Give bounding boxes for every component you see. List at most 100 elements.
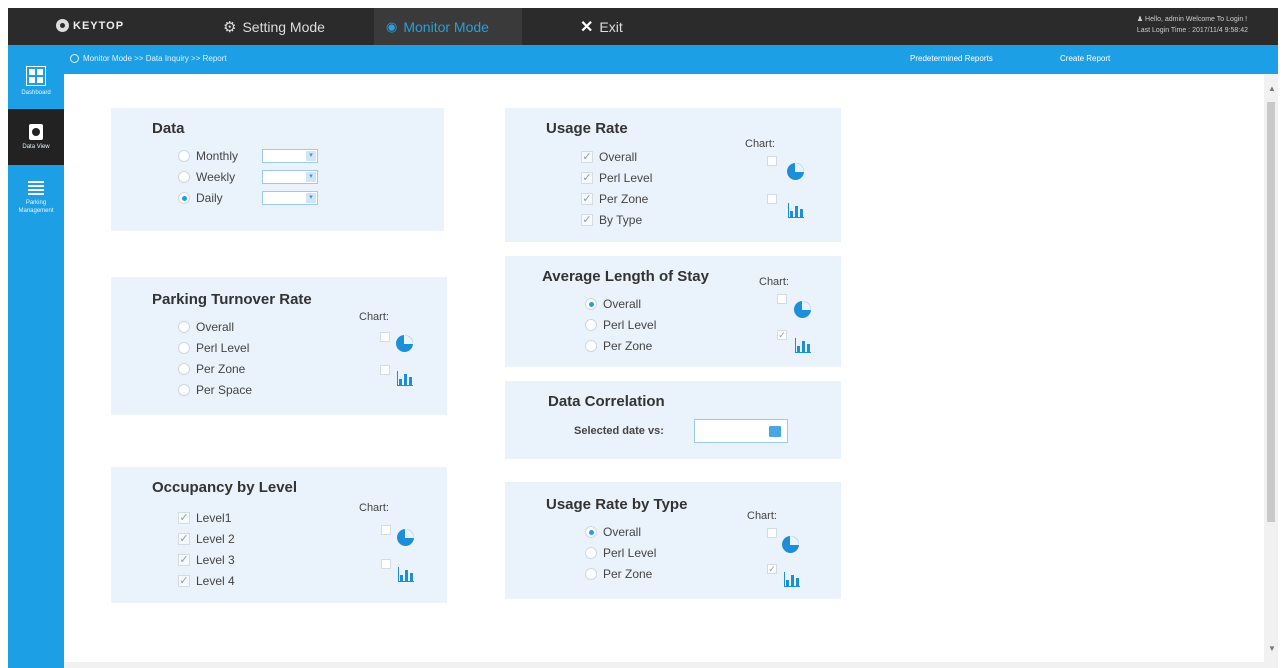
turnover-option[interactable]: Overall	[178, 320, 234, 334]
pie-chart-icon	[794, 301, 811, 318]
setting-mode-button[interactable]: ⚙ Setting Mode	[213, 8, 335, 45]
checkbox-checked[interactable]: ✓	[178, 554, 190, 566]
usagetype-option[interactable]: Overall	[585, 525, 641, 539]
turnover-option[interactable]: Per Space	[178, 383, 252, 397]
radio-button[interactable]	[585, 568, 597, 580]
usage-option[interactable]: ✓ By Type	[581, 213, 642, 227]
occupancy-option[interactable]: ✓ Level 4	[178, 574, 235, 588]
occupancy-option[interactable]: ✓ Level 2	[178, 532, 235, 546]
exit-button[interactable]: ✕ Exit	[570, 8, 633, 45]
bar-chart-icon	[397, 371, 413, 386]
sidebar-item-data-view[interactable]: Data View	[8, 109, 64, 165]
usage-option[interactable]: ✓ Perl Level	[581, 171, 652, 185]
checkbox-checked[interactable]: ✓	[178, 575, 190, 587]
checkbox-checked[interactable]: ✓	[178, 533, 190, 545]
usage-option[interactable]: ✓ Overall	[581, 150, 637, 164]
radio-button-selected[interactable]	[585, 526, 597, 538]
selected-date-label: Selected date vs:	[574, 425, 664, 437]
bar-chart-icon	[795, 338, 811, 353]
dashboard-icon	[26, 66, 46, 86]
radio-button[interactable]	[178, 342, 190, 354]
chevron-down-icon: ▾	[306, 151, 316, 161]
logo-icon	[56, 19, 69, 32]
occupancy-option[interactable]: ✓ Level1	[178, 511, 231, 525]
scroll-up-icon[interactable]: ▲	[1268, 84, 1276, 93]
pie-chart-icon	[397, 529, 414, 546]
sidebar-item-label: Dashboard	[21, 90, 51, 96]
daily-select[interactable]: ▾	[262, 191, 318, 205]
pie-chart-checkbox[interactable]	[767, 156, 777, 166]
sidebar-item-dashboard[interactable]: Dashboard	[8, 53, 64, 109]
pie-chart-checkbox[interactable]	[381, 525, 391, 535]
monthly-select[interactable]: ▾	[262, 149, 318, 163]
option-label: Perl Level	[599, 171, 653, 185]
pie-chart-checkbox[interactable]	[380, 332, 390, 342]
scrollbar-thumb[interactable]	[1267, 102, 1275, 522]
bar-chart-checkbox[interactable]: ✓	[777, 330, 787, 340]
date-picker-input[interactable]	[694, 419, 788, 443]
usage-type-panel-title: Usage Rate by Type	[546, 496, 688, 513]
occupancy-option[interactable]: ✓ Level 3	[178, 553, 235, 567]
avgstay-option[interactable]: Per Zone	[585, 339, 652, 353]
radio-button[interactable]	[178, 384, 190, 396]
option-label: Per Zone	[196, 362, 246, 376]
radio-button[interactable]	[178, 150, 190, 162]
sidebar-item-label: Data View	[22, 144, 50, 150]
checkbox-checked[interactable]: ✓	[178, 512, 190, 524]
radio-button-selected[interactable]	[178, 192, 190, 204]
usage-rate-panel-title: Usage Rate	[546, 120, 628, 137]
radio-button[interactable]	[178, 171, 190, 183]
checkbox-checked[interactable]: ✓	[581, 151, 593, 163]
radio-button-selected[interactable]	[585, 298, 597, 310]
turnover-option[interactable]: Per Zone	[178, 362, 245, 376]
option-label: Level 3	[196, 553, 235, 567]
checkbox-checked[interactable]: ✓	[581, 193, 593, 205]
weekly-select[interactable]: ▾	[262, 170, 318, 184]
data-correlation-title: Data Correlation	[548, 393, 665, 410]
pie-chart-icon	[396, 335, 413, 352]
pie-chart-icon	[787, 163, 804, 180]
scroll-down-icon[interactable]: ▼	[1268, 644, 1276, 653]
data-option-daily[interactable]: Daily ▾	[178, 191, 318, 205]
checkbox-checked[interactable]: ✓	[581, 214, 593, 226]
avgstay-option[interactable]: Perl Level	[585, 318, 656, 332]
radio-button[interactable]	[178, 363, 190, 375]
usagetype-option[interactable]: Perl Level	[585, 546, 656, 560]
bar-chart-checkbox[interactable]	[381, 559, 391, 569]
calendar-icon[interactable]	[769, 426, 781, 437]
option-label: Overall	[599, 150, 638, 164]
checkbox-checked[interactable]: ✓	[581, 172, 593, 184]
keytop-logo: KEYTOP	[56, 19, 124, 32]
sidebar-item-parking-management[interactable]: Parking Management	[8, 165, 64, 231]
data-option-monthly[interactable]: Monthly ▾	[178, 149, 318, 163]
pie-chart-checkbox[interactable]	[777, 294, 787, 304]
bar-chart-checkbox[interactable]	[380, 365, 390, 375]
bar-chart-checkbox[interactable]	[767, 194, 777, 204]
pie-chart-checkbox[interactable]	[767, 528, 777, 538]
usage-type-panel: Usage Rate by Type Overall Perl Level Pe…	[505, 482, 841, 599]
option-label: Overall	[603, 297, 642, 311]
usage-option[interactable]: ✓ Per Zone	[581, 192, 648, 206]
radio-button[interactable]	[585, 319, 597, 331]
chevron-down-icon: ▾	[306, 193, 316, 203]
radio-button[interactable]	[585, 340, 597, 352]
last-login-time: Last Login Time : 2017/11/4 9:58:42	[1136, 27, 1248, 34]
usagetype-option[interactable]: Per Zone	[585, 567, 652, 581]
option-label: Daily	[196, 191, 223, 205]
radio-button[interactable]	[178, 321, 190, 333]
avgstay-option[interactable]: Overall	[585, 297, 641, 311]
turnover-option[interactable]: Perl Level	[178, 341, 249, 355]
data-option-weekly[interactable]: Weekly ▾	[178, 170, 318, 184]
vertical-scrollbar[interactable]: ▲ ▼	[1264, 74, 1278, 668]
data-panel: Data Monthly ▾ Weekly ▾ Daily ▾	[111, 108, 444, 231]
turnover-panel: Parking Turnover Rate Overall Perl Level…	[111, 277, 447, 415]
user-icon: ♟	[1136, 16, 1144, 23]
chart-label: Chart:	[745, 138, 775, 150]
monitor-mode-button[interactable]: ◉ Monitor Mode	[374, 8, 522, 45]
user-greeting-text: Hello, admin Welcome To Login !	[1145, 16, 1248, 23]
horizontal-scrollbar[interactable]	[64, 662, 1264, 668]
predetermined-reports-link[interactable]: Predetermined Reports	[910, 54, 993, 63]
bar-chart-checkbox[interactable]: ✓	[767, 564, 777, 574]
radio-button[interactable]	[585, 547, 597, 559]
create-report-link[interactable]: Create Report	[1060, 54, 1110, 63]
